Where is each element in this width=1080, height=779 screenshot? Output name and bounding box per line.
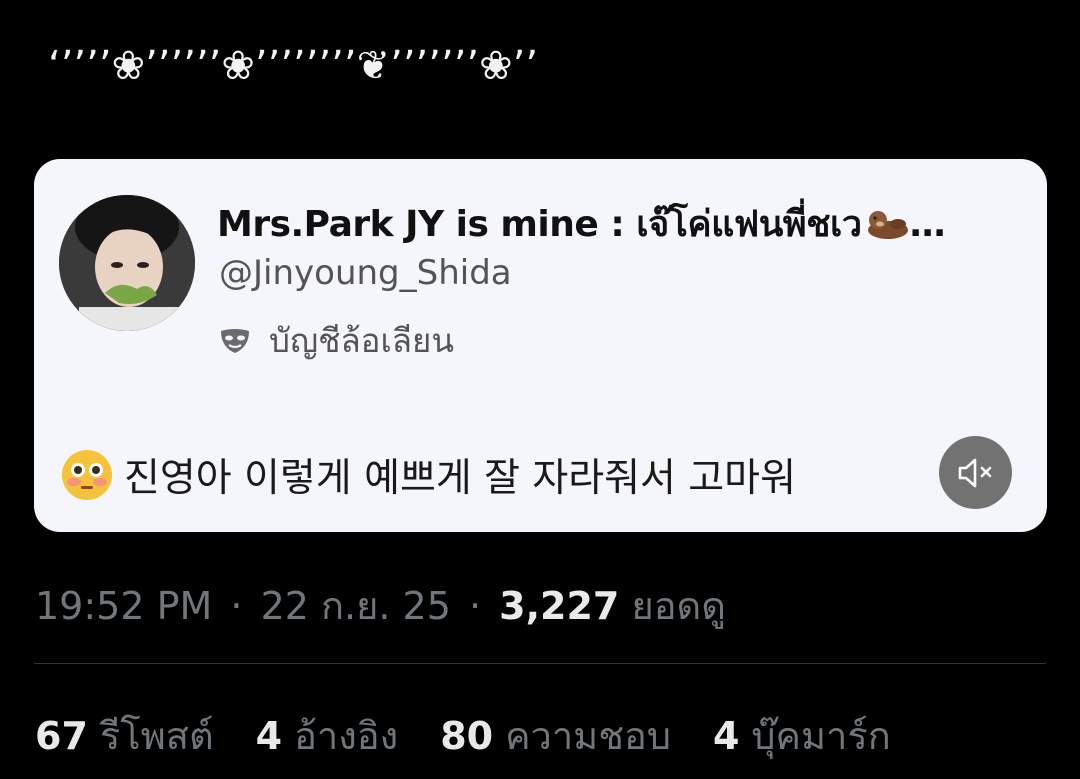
views-count[interactable]: 3,227 — [499, 584, 619, 628]
flushed-face-emoji-icon — [62, 450, 112, 500]
quoted-tweet-screenshot: Mrs.Park JY is mine : เจ๊โค่แฟนพี่ชเว … … — [34, 159, 1047, 532]
stat-count: 80 — [440, 714, 494, 758]
stat-reposts[interactable]: 67 รีโพสต์ — [35, 705, 214, 766]
parody-mask-icon — [221, 328, 249, 353]
divider — [34, 663, 1046, 664]
stat-bookmarks[interactable]: 4 บุ๊คมาร์ก — [713, 705, 891, 766]
tweet-meta: 19:52 PM · 22 ก.ย. 25 · 3,227 ยอดดู — [35, 575, 726, 636]
tweet-time[interactable]: 19:52 PM — [35, 584, 212, 628]
name-ellipsis: … — [909, 204, 946, 245]
account-label: บัญชีล้อเลียน — [219, 314, 454, 367]
display-name-text: Mrs.Park JY is mine : เจ๊โค่แฟนพี่ชเว — [217, 204, 862, 245]
quoted-display-name: Mrs.Park JY is mine : เจ๊โค่แฟนพี่ชเว … — [217, 195, 946, 252]
account-label-text: บัญชีล้อเลียน — [269, 321, 454, 360]
stat-label: บุ๊คมาร์ก — [751, 714, 891, 758]
otter-emoji-icon — [867, 211, 908, 239]
meta-separator: · — [230, 584, 243, 628]
engagement-stats: 67 รีโพสต์ 4 อ้างอิง 80 ความชอบ 4 บุ๊คมาร์ก — [35, 705, 933, 766]
meta-separator: · — [468, 584, 482, 628]
tweet-caption: ‘’’’’❀’’’’’’❀’’’’’’’’❦’’’’’’’❀’’ — [48, 43, 539, 89]
stat-count: 67 — [35, 714, 88, 758]
tweet-media[interactable]: Mrs.Park JY is mine : เจ๊โค่แฟนพี่ชเว … … — [34, 159, 1047, 532]
stat-label: ความชอบ — [505, 714, 671, 758]
mute-icon — [958, 458, 991, 487]
quoted-body: 진영아 이렇게 예쁘게 잘 자라줘서 고마워 — [60, 447, 796, 503]
stat-count: 4 — [255, 714, 283, 758]
stat-quotes[interactable]: 4 อ้างอิง — [256, 705, 399, 766]
stat-likes[interactable]: 80 ความชอบ — [440, 705, 671, 766]
tweet-date[interactable]: 22 ก.ย. 25 — [261, 584, 451, 628]
stat-label: รีโพสต์ — [99, 714, 214, 758]
quoted-body-text: 진영아 이렇게 예쁘게 잘 자라줘서 고마워 — [124, 456, 796, 501]
stat-label: อ้างอิง — [294, 714, 399, 758]
views-label: ยอดดู — [631, 584, 726, 628]
quoted-handle: @Jinyoung_Shida — [219, 253, 512, 293]
mute-button[interactable] — [939, 436, 1012, 509]
avatar — [59, 195, 195, 331]
stat-count: 4 — [712, 714, 740, 758]
